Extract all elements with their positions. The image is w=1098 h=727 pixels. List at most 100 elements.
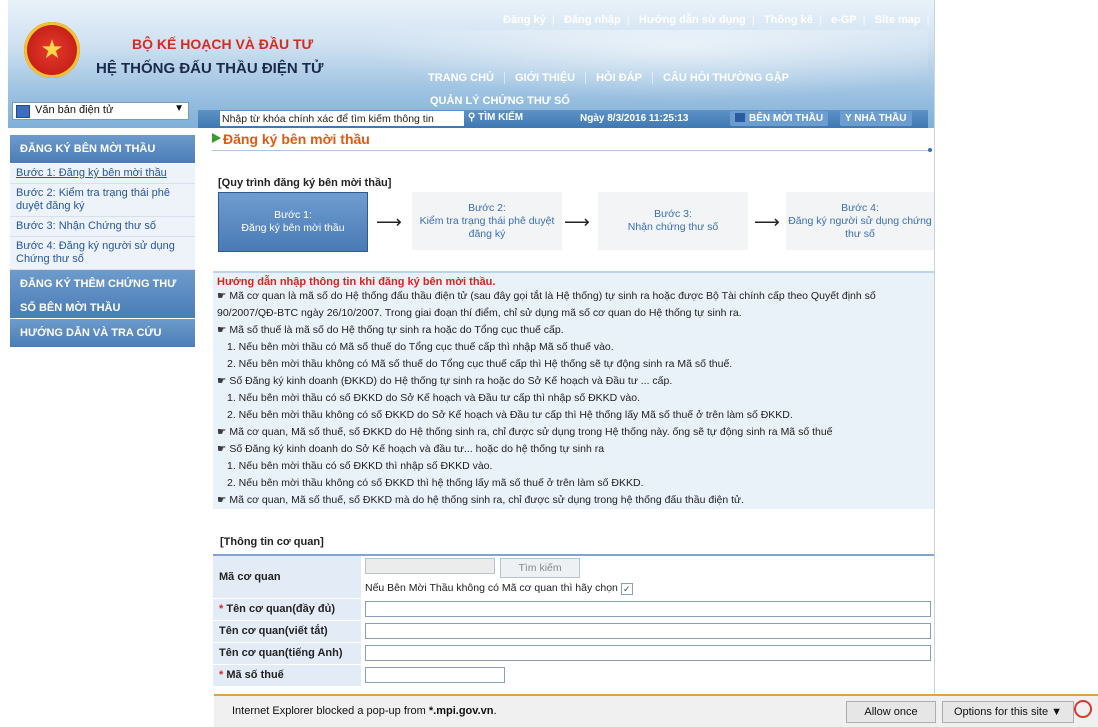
nav-faq[interactable]: CÂU HỎI THƯỜNG GẶP xyxy=(653,72,799,84)
step-2[interactable]: Bước 2: Kiểm tra trạng thái phê duyệt đăn… xyxy=(412,192,562,250)
sidebar-section-register[interactable]: ĐĂNG KÝ BÊN MỜI THẦU xyxy=(10,135,195,164)
book-icon xyxy=(735,113,745,122)
popup-domain: *.mpi.gov.vn xyxy=(428,705,494,717)
hand-pointer-icon: ☛ xyxy=(217,290,227,302)
sidebar: ĐĂNG KÝ BÊN MỜI THẦU Bước 1: Đăng ký bên… xyxy=(10,135,195,348)
popup-message: Internet Explorer blocked a pop-up from … xyxy=(232,705,497,717)
step-4[interactable]: Bước 4: Đăng ký người sử dụng chứng thư s… xyxy=(786,192,934,250)
guide-line: ☛ Số Đăng ký kinh doanh do Sở Kế hoạch v… xyxy=(213,441,934,458)
guide-line-text: Số Đăng ký kinh doanh (ĐKKD) do Hệ thống… xyxy=(229,375,673,387)
label-ten-day-du-text: Tên cơ quan(đầy đủ) xyxy=(226,603,336,615)
form-row-partial: * Mã số thuế xyxy=(213,665,934,687)
search-bar: ⚲ TÌM KIẾM Ngày 8/3/2016 11:25:13 BÊN MỜ… xyxy=(198,110,928,128)
guide-line-text: Số Đăng ký kinh doanh do Sở Kế hoạch và … xyxy=(229,443,605,455)
step-3[interactable]: Bước 3: Nhận chứng thư số xyxy=(598,192,748,250)
top-link-login[interactable]: Đăng nhập xyxy=(564,14,621,26)
sidebar-section-add-cert-line2: SỐ BÊN MỜI THẦU xyxy=(20,302,121,314)
guide-line: ☛ Mã cơ quan là mã số do Hệ thống đấu th… xyxy=(213,288,934,305)
guide-line: ☛ Mã cơ quan, Mã số thuế, số ĐKKD mà do … xyxy=(213,492,934,509)
ma-co-quan-input[interactable] xyxy=(365,558,495,574)
top-link-stats[interactable]: Thống kê xyxy=(764,14,813,26)
nav-certificate-management[interactable]: QUẢN LÝ CHỨNG THƯ SỐ xyxy=(430,95,570,107)
page-title-text: Đăng ký bên mời thầu xyxy=(223,131,370,147)
sidebar-section-add-cert[interactable]: ĐĂNG KÝ THÊM CHỨNG THƯ SỐ BÊN MỜI THẦU xyxy=(10,270,195,318)
sidebar-item-step3[interactable]: Bước 3: Nhận Chứng thư số xyxy=(10,217,195,237)
guide-line: 1. Nếu bên mời thầu có số ĐKKD thì nhập … xyxy=(213,458,934,475)
guide-line-text: 2. Nếu bên mời thầu không có Mã số thuế … xyxy=(227,358,733,370)
label-partial-text: Mã số thuế xyxy=(226,669,284,681)
top-link-sitemap[interactable]: Site map xyxy=(875,14,921,26)
site-options-button[interactable]: Options for this site ▼ xyxy=(942,701,1074,723)
guide-line: ☛ Mã cơ quan, Mã số thuế, số ĐKKD do Hệ … xyxy=(213,424,934,441)
tim-kiem-button[interactable]: Tìm kiếm xyxy=(500,558,581,578)
page-title: Đăng ký bên mời thầu xyxy=(212,131,370,147)
step-3-text: Nhận chứng thư số xyxy=(627,221,719,233)
info-section-title: [Thông tin cơ quan] xyxy=(220,536,324,548)
ten-viet-tat-input[interactable] xyxy=(365,623,931,639)
arrow-right-icon xyxy=(212,133,221,143)
search-button-label: TÌM KIẾM xyxy=(478,112,524,123)
search-input[interactable] xyxy=(220,111,464,126)
guide-line-text: 1. Nếu bên mời thầu có Mã số thuế do Tổn… xyxy=(227,341,614,353)
chevron-down-icon: ▼ xyxy=(174,103,184,114)
divider-dot xyxy=(928,148,932,152)
title-divider xyxy=(212,148,932,152)
process-arrow: ⟶ xyxy=(376,212,402,232)
btn-nha-thau-label: NHÀ THẦU xyxy=(854,113,907,124)
checkbox-note-row: Nếu Bên Mời Thầu không có Mã cơ quan thì… xyxy=(365,582,633,595)
guide-title: Hướng dẫn nhập thông tin khi đăng ký bên… xyxy=(217,276,496,288)
top-sep: | xyxy=(751,14,755,26)
sidebar-section-guide[interactable]: HƯỚNG DẪN VÀ TRA CỨU xyxy=(10,318,195,348)
top-sep: | xyxy=(818,14,822,26)
site-header: ★ BỘ KẾ HOẠCH VÀ ĐẦU TƯ HỆ THỐNG ĐẤU THẦ… xyxy=(8,0,934,128)
step-4-text: Đăng ký người sử dụng chứng thư số xyxy=(788,214,932,240)
select-value: Văn bản điện tử xyxy=(35,104,114,116)
guide-line-text: 2. Nếu bên mời thầu không có số ĐKKD do … xyxy=(227,409,793,421)
nav-home[interactable]: TRANG CHỦ xyxy=(418,72,505,84)
ten-day-du-input[interactable] xyxy=(365,601,931,617)
step-3-num: Bước 3: xyxy=(654,208,692,220)
process-title: [Quy trình đăng ký bên mời thầu] xyxy=(218,177,392,189)
step-1-num: Bước 1: xyxy=(274,209,312,221)
guide-line: 90/2007/QĐ-BTC ngày 26/10/2007. Trong gi… xyxy=(213,305,934,322)
no-agency-code-checkbox[interactable]: ✓ xyxy=(620,583,633,595)
nav-about[interactable]: GIỚI THIỆU xyxy=(505,72,587,84)
form-row-ten-viet-tat: Tên cơ quan(viết tắt) xyxy=(213,621,934,643)
top-sep: | xyxy=(626,14,630,26)
step-4-num: Bước 4: xyxy=(841,201,879,214)
step-1[interactable]: Bước 1: Đăng ký bên mời thầu xyxy=(218,192,368,252)
guide-line: 1. Nếu bên mời thầu có số ĐKKD do Sở Kế … xyxy=(213,390,934,407)
btn-nha-thau[interactable]: Y NHÀ THẦU xyxy=(840,111,912,126)
close-icon[interactable] xyxy=(1074,700,1092,718)
sidebar-item-step2[interactable]: Bước 2: Kiểm tra trạng thái phê duyệt đă… xyxy=(10,184,195,217)
org-name: BỘ KẾ HOẠCH VÀ ĐẦU TƯ xyxy=(132,36,314,52)
required-mark: * xyxy=(219,603,224,615)
guide-line: ☛ Mã số thuế là mã số do Hệ thống tự sin… xyxy=(213,322,934,339)
step-2-text: Kiểm tra trạng thái phê duyệt đăng ký xyxy=(419,214,555,240)
form-row-ten-day-du: * Tên cơ quan(đầy đủ) xyxy=(213,599,934,621)
guide-line-text: Mã số thuế là mã số do Hệ thống tự sinh … xyxy=(229,324,564,336)
guide-line: 2. Nếu bên mời thầu không có Mã số thuế … xyxy=(213,356,934,373)
header-decoration xyxy=(308,30,928,110)
guide-line: 2. Nếu bên mời thầu không có số ĐKKD thì… xyxy=(213,475,934,492)
allow-once-button[interactable]: Allow once xyxy=(846,701,936,723)
top-link-guide[interactable]: Hướng dẫn sử dụng xyxy=(639,14,746,26)
ten-tieng-anh-input[interactable] xyxy=(365,645,931,661)
document-type-select[interactable]: Văn bản điện tử ▼ xyxy=(12,102,189,120)
search-button[interactable]: ⚲ TÌM KIẾM xyxy=(468,112,523,123)
hand-pointer-icon: ☛ xyxy=(217,375,227,387)
top-link-egp[interactable]: e-GP xyxy=(831,14,857,26)
required-mark: * xyxy=(219,669,224,681)
sidebar-item-step1[interactable]: Bước 1: Đăng ký bên mời thầu xyxy=(10,164,195,184)
label-partial: * Mã số thuế xyxy=(213,665,361,686)
calendar-icon xyxy=(16,105,30,118)
checkbox-note: Nếu Bên Mời Thầu không có Mã cơ quan thì… xyxy=(365,582,618,594)
sidebar-section-add-cert-line1: ĐĂNG KÝ THÊM CHỨNG THƯ xyxy=(20,278,177,290)
partial-input[interactable] xyxy=(365,667,505,683)
nav-qa[interactable]: HỎI ĐÁP xyxy=(586,72,653,84)
top-link-register[interactable]: Đăng ký xyxy=(503,14,546,26)
btn-ben-moi-thau[interactable]: BÊN MỜI THẦU xyxy=(730,111,829,126)
guide-box: Hướng dẫn nhập thông tin khi đăng ký bên… xyxy=(213,271,934,509)
sidebar-item-step4[interactable]: Bước 4: Đăng ký người sử dụng Chứng thư … xyxy=(10,237,195,270)
label-ten-tieng-anh: Tên cơ quan(tiếng Anh) xyxy=(213,643,361,664)
